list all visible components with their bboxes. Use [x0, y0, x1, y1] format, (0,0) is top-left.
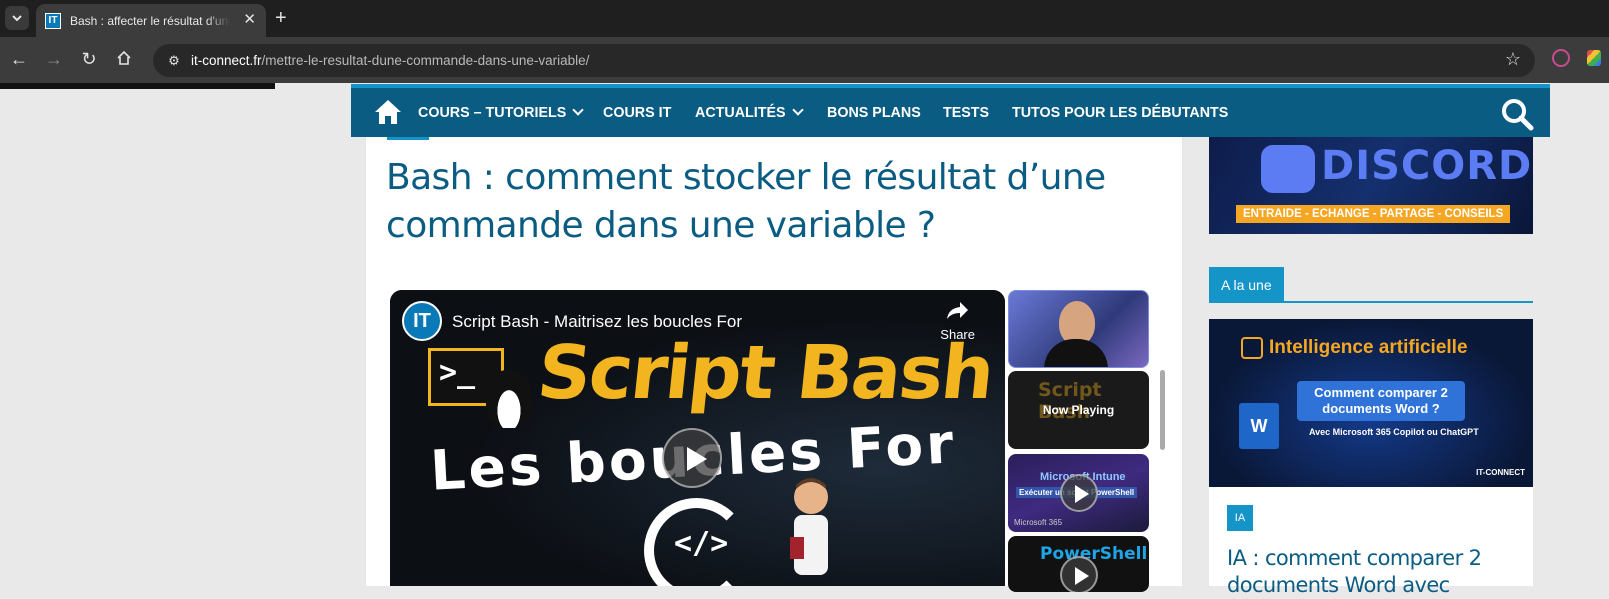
category-badge[interactable]: IA: [1227, 505, 1253, 531]
thumbnail-brand: Microsoft 365: [1014, 518, 1063, 527]
tab-title: Bash : affecter le résultat d'une comman…: [70, 13, 230, 28]
close-icon[interactable]: ✕: [243, 12, 256, 28]
home-icon[interactable]: [113, 50, 135, 70]
share-button[interactable]: Share: [940, 300, 975, 342]
nav-item-actualites[interactable]: ACTUALITÉS: [695, 104, 804, 121]
nav-item-tutos-debutants[interactable]: TUTOS POUR LES DÉBUTANTS: [1012, 105, 1228, 121]
cartoon-avatar-image: [790, 478, 828, 575]
address-bar[interactable]: ⚙ it-connect.fr/mettre-le-resultat-dune-…: [153, 44, 1535, 77]
page-title: Bash : comment stocker le résultat d’une…: [386, 157, 1106, 246]
category-badge[interactable]: [387, 137, 429, 140]
playlist-item[interactable]: PowerShell: [1008, 536, 1149, 592]
nav-label: ACTUALITÉS: [695, 105, 786, 121]
reload-icon[interactable]: ↻: [78, 49, 100, 69]
browser-toolbar: ← → ↻ ⚙ it-connect.fr/mettre-le-resultat…: [0, 37, 1609, 83]
url-domain: it-connect.fr: [191, 53, 262, 68]
star-icon[interactable]: ☆: [1505, 49, 1521, 70]
channel-avatar[interactable]: IT: [402, 301, 442, 341]
forward-icon[interactable]: →: [43, 49, 65, 69]
thumbnail-title: Script Bash: [533, 330, 997, 416]
playlist-item[interactable]: Microsoft Intune Exécuter un script Powe…: [1008, 454, 1149, 532]
section-label: A la une: [1209, 267, 1284, 303]
section-header: A la une: [1209, 267, 1533, 303]
extension-icon[interactable]: [1587, 50, 1601, 66]
page-top-strip: [0, 83, 275, 89]
featured-image-title: Intelligence artificielle: [1269, 337, 1468, 358]
penguin-icon: [486, 370, 532, 428]
chevron-down-icon: [572, 104, 584, 116]
video-player[interactable]: >_ Script Bash Les boucles For </> IT Sc…: [390, 290, 1005, 586]
article-content: Bash : comment stocker le résultat d’une…: [365, 137, 1183, 592]
tab-favicon: IT: [45, 12, 61, 29]
nav-label: COURS IT: [603, 105, 672, 121]
presenter-body: [1044, 339, 1108, 367]
extension-icon[interactable]: [1552, 49, 1570, 67]
video-title[interactable]: Script Bash - Maitrisez les boucles For: [452, 312, 742, 332]
chevron-down-icon: [791, 104, 804, 116]
nav-label: TUTOS POUR LES DÉBUTANTS: [1012, 105, 1229, 121]
play-icon[interactable]: [662, 428, 722, 488]
playlist-item-current[interactable]: Script Bash Now Playing: [1008, 371, 1149, 449]
thumbnail-title: PowerShell: [1040, 544, 1148, 564]
nav-label: COURS – TUTORIELS: [418, 105, 567, 121]
discord-banner[interactable]: DISCORD ENTRAIDE - ECHANGE - PARTAGE - C…: [1209, 137, 1533, 234]
nav-item-tests[interactable]: TESTS: [943, 105, 989, 121]
home-icon[interactable]: [373, 98, 403, 126]
share-icon: [946, 302, 968, 319]
youtube-embed: >_ Script Bash Les boucles For </> IT Sc…: [390, 290, 1171, 592]
sidebar: DISCORD ENTRAIDE - ECHANGE - PARTAGE - C…: [1209, 137, 1533, 597]
playlist-item[interactable]: [1008, 290, 1149, 368]
nav-item-cours-tutoriels[interactable]: COURS – TUTORIELS: [418, 104, 584, 121]
nav-label: BONS PLANS: [827, 105, 921, 121]
discord-icon: [1261, 145, 1315, 193]
browser-tab-active[interactable]: IT Bash : affecter le résultat d'une com…: [36, 4, 266, 37]
featured-article-title[interactable]: IA : comment comparer 2 documents Word a…: [1227, 545, 1517, 599]
now-playing-label: Now Playing: [1042, 403, 1115, 417]
share-label: Share: [940, 327, 975, 342]
play-icon[interactable]: [1059, 556, 1098, 592]
chevron-down-icon: [12, 14, 22, 21]
word-icon: W: [1239, 403, 1279, 449]
back-icon[interactable]: ←: [8, 49, 30, 69]
url-path: /mettre-le-resultat-dune-commande-dans-u…: [261, 53, 590, 68]
playlist-scrollbar[interactable]: [1160, 370, 1165, 450]
featured-article-card: IA IA : comment comparer 2 documents Wor…: [1209, 487, 1533, 597]
featured-article-image[interactable]: Intelligence artificielle Comment compar…: [1209, 319, 1533, 487]
site-info-icon[interactable]: ⚙: [163, 50, 185, 71]
video-playlist: Script Bash Now Playing Microsoft Intune…: [1008, 290, 1171, 592]
featured-image-headline: Comment comparer 2 documents Word ?: [1297, 381, 1465, 421]
nav-label: TESTS: [943, 105, 990, 121]
ai-chip-icon: [1241, 337, 1263, 359]
tab-search-button[interactable]: [5, 6, 29, 30]
featured-image-subtitle: Avec Microsoft 365 Copilot ou ChatGPT: [1309, 427, 1479, 437]
nav-item-bons-plans[interactable]: BONS PLANS: [827, 105, 921, 121]
url-text[interactable]: it-connect.fr/mettre-le-resultat-dune-co…: [191, 53, 589, 68]
site-navigation-bar: COURS – TUTORIELS COURS IT ACTUALITÉS BO…: [351, 84, 1550, 137]
discord-banner-text: DISCORD: [1321, 143, 1533, 189]
browser-tab-strip: IT Bash : affecter le résultat d'une com…: [0, 0, 1609, 37]
featured-image-brand: IT-CONNECT: [1476, 468, 1525, 477]
plus-icon[interactable]: +: [275, 8, 287, 28]
discord-tagline: ENTRAIDE - ECHANGE - PARTAGE - CONSEILS: [1236, 205, 1511, 223]
play-icon[interactable]: [1059, 474, 1098, 512]
search-icon[interactable]: [1500, 97, 1534, 131]
nav-item-cours-it[interactable]: COURS IT: [603, 105, 671, 121]
